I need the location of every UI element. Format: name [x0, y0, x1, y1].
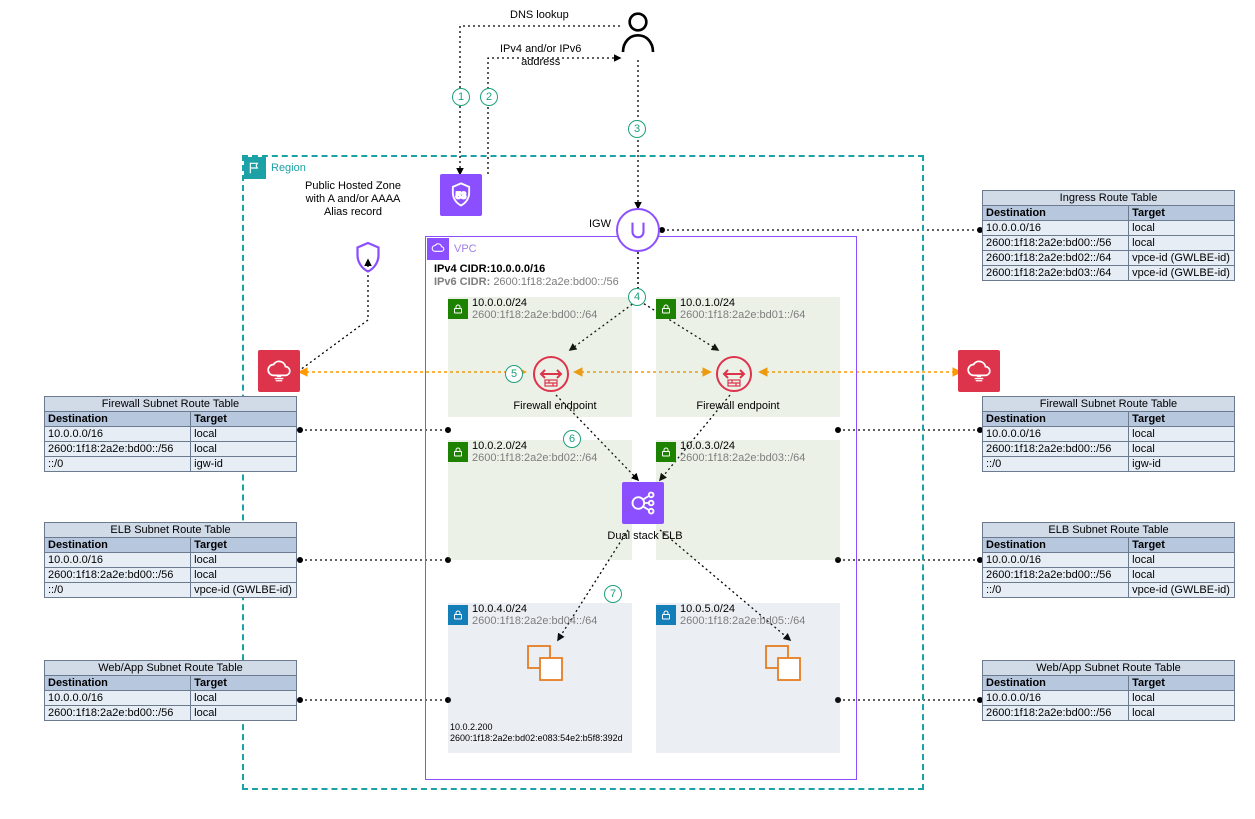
table-col: Destination [45, 538, 191, 553]
svg-text:53: 53 [456, 191, 466, 201]
table-row: 10.0.0.0/16local [45, 553, 297, 568]
table-col: Destination [45, 412, 191, 427]
user-icon [618, 10, 658, 57]
lock-icon [448, 299, 468, 319]
app-rt-right: Web/App Subnet Route TableDestinationTar… [982, 660, 1235, 721]
lock-icon [656, 299, 676, 319]
elb-rt-right: ELB Subnet Route TableDestinationTarget1… [982, 522, 1235, 598]
table-row: 2600:1f18:2a2e:bd03::/64vpce-id (GWLBE-i… [983, 266, 1235, 281]
table-col: Target [1129, 412, 1235, 427]
table-row: 10.0.0.0/16local [983, 427, 1235, 442]
table-row: 10.0.0.0/16local [983, 221, 1235, 236]
subnet-cidr-v6: 2600:1f18:2a2e:bd01::/64 [680, 309, 805, 321]
subnet-cidr-v4: 10.0.3.0/24 [680, 440, 805, 452]
subnet-cidr-v6: 2600:1f18:2a2e:bd02::/64 [472, 452, 597, 464]
table-col: Target [1129, 676, 1235, 691]
firewall-endpoint-a-icon [527, 350, 575, 401]
vpc-tag: VPC [427, 238, 477, 260]
igw-label: IGW [589, 218, 611, 231]
table-col: Destination [45, 676, 191, 691]
lock-icon [448, 442, 468, 462]
table-row: ::/0vpce-id (GWLBE-id) [45, 583, 297, 598]
ec2-ipv4: 10.0.2.200 [450, 722, 493, 733]
route53-icon: 53 [440, 174, 482, 216]
firewall-endpoint-a-label: Firewall endpoint [510, 400, 600, 413]
ip-address-label: IPv4 and/or IPv6 address [500, 43, 581, 69]
firewall-rt-left: Firewall Subnet Route TableDestinationTa… [44, 396, 297, 472]
table-col: Target [1129, 538, 1235, 553]
table-row: 2600:1f18:2a2e:bd02::/64vpce-id (GWLBE-i… [983, 251, 1235, 266]
step-3: 3 [628, 120, 646, 138]
table-row: 10.0.0.0/16local [45, 691, 297, 706]
table-row: 2600:1f18:2a2e:bd00::/56local [983, 236, 1235, 251]
step-6: 6 [563, 430, 581, 448]
network-firewall-left-icon [258, 350, 300, 392]
table-col: Target [191, 412, 297, 427]
table-col: Destination [983, 676, 1129, 691]
firewall-rt-right: Firewall Subnet Route TableDestinationTa… [982, 396, 1235, 472]
table-row: ::/0vpce-id (GWLBE-id) [983, 583, 1235, 598]
table-col: Target [191, 538, 297, 553]
lock-icon [656, 605, 676, 625]
subnet-cidr-v6: 2600:1f18:2a2e:bd03::/64 [680, 452, 805, 464]
table-row: ::/0igw-id [45, 457, 297, 472]
elb-label: Dual stack ELB [600, 530, 690, 543]
table-row: 2600:1f18:2a2e:bd00::/56local [983, 568, 1235, 583]
firewall-endpoint-b-label: Firewall endpoint [693, 400, 783, 413]
table-title: Firewall Subnet Route Table [45, 397, 297, 412]
subnet-cidr-v4: 10.0.1.0/24 [680, 297, 805, 309]
instances-a-icon [522, 640, 572, 693]
instances-b-icon [760, 640, 810, 693]
subnet-cidr-v4: 10.0.0.0/24 [472, 297, 597, 309]
table-title: Web/App Subnet Route Table [983, 661, 1235, 676]
table-row: 10.0.0.0/16local [983, 691, 1235, 706]
table-row: ::/0igw-id [983, 457, 1235, 472]
table-col: Destination [983, 412, 1129, 427]
table-row: 2600:1f18:2a2e:bd00::/56local [983, 706, 1235, 721]
hosted-zone-label: Public Hosted Zone with A and/or AAAA Al… [305, 180, 401, 220]
step-2: 2 [480, 88, 498, 106]
dns-lookup-label: DNS lookup [510, 9, 569, 22]
step-1: 1 [452, 88, 470, 106]
shield-icon [350, 240, 386, 279]
ingress-route-table: Ingress Route TableDestinationTarget10.0… [982, 190, 1235, 281]
subnet-cidr-v4: 10.0.4.0/24 [472, 603, 597, 615]
table-row: 2600:1f18:2a2e:bd00::/56local [45, 706, 297, 721]
network-firewall-right-icon [958, 350, 1000, 392]
elb-rt-left: ELB Subnet Route TableDestinationTarget1… [44, 522, 297, 598]
table-col: Target [1129, 206, 1235, 221]
region-label: Region [271, 162, 306, 174]
table-col: Target [191, 676, 297, 691]
table-col: Destination [983, 206, 1129, 221]
elb-icon [622, 482, 664, 524]
lock-icon [656, 442, 676, 462]
table-title: Ingress Route Table [983, 191, 1235, 206]
table-title: ELB Subnet Route Table [45, 523, 297, 538]
subnet-cidr-v6: 2600:1f18:2a2e:bd00::/64 [472, 309, 597, 321]
vpc-label: VPC [454, 243, 477, 255]
table-row: 10.0.0.0/16local [45, 427, 297, 442]
subnet-cidr-v6: 2600:1f18:2a2e:bd04::/64 [472, 615, 597, 627]
igw-icon [616, 208, 660, 252]
vpc-cidrs: IPv4 CIDR:10.0.0.0/16 IPv6 CIDR: 2600:1f… [434, 263, 619, 289]
ec2-ipv6: 2600:1f18:2a2e:bd02:e083:54e2:b5f8:392d [450, 733, 623, 744]
table-row: 2600:1f18:2a2e:bd00::/56local [983, 442, 1235, 457]
firewall-endpoint-b-icon [710, 350, 758, 401]
table-row: 10.0.0.0/16local [983, 553, 1235, 568]
table-title: Web/App Subnet Route Table [45, 661, 297, 676]
subnet-cidr-v4: 10.0.5.0/24 [680, 603, 805, 615]
step-5: 5 [505, 365, 523, 383]
subnet-cidr-v6: 2600:1f18:2a2e:bd05::/64 [680, 615, 805, 627]
table-row: 2600:1f18:2a2e:bd00::/56local [45, 568, 297, 583]
app-rt-left: Web/App Subnet Route TableDestinationTar… [44, 660, 297, 721]
subnet-app-b: 10.0.5.0/24 2600:1f18:2a2e:bd05::/64 [656, 603, 840, 753]
step-7: 7 [604, 585, 622, 603]
lock-icon [448, 605, 468, 625]
step-4: 4 [628, 288, 646, 306]
table-row: 2600:1f18:2a2e:bd00::/56local [45, 442, 297, 457]
table-title: Firewall Subnet Route Table [983, 397, 1235, 412]
region-tag: Region [244, 157, 306, 179]
table-title: ELB Subnet Route Table [983, 523, 1235, 538]
table-col: Destination [983, 538, 1129, 553]
